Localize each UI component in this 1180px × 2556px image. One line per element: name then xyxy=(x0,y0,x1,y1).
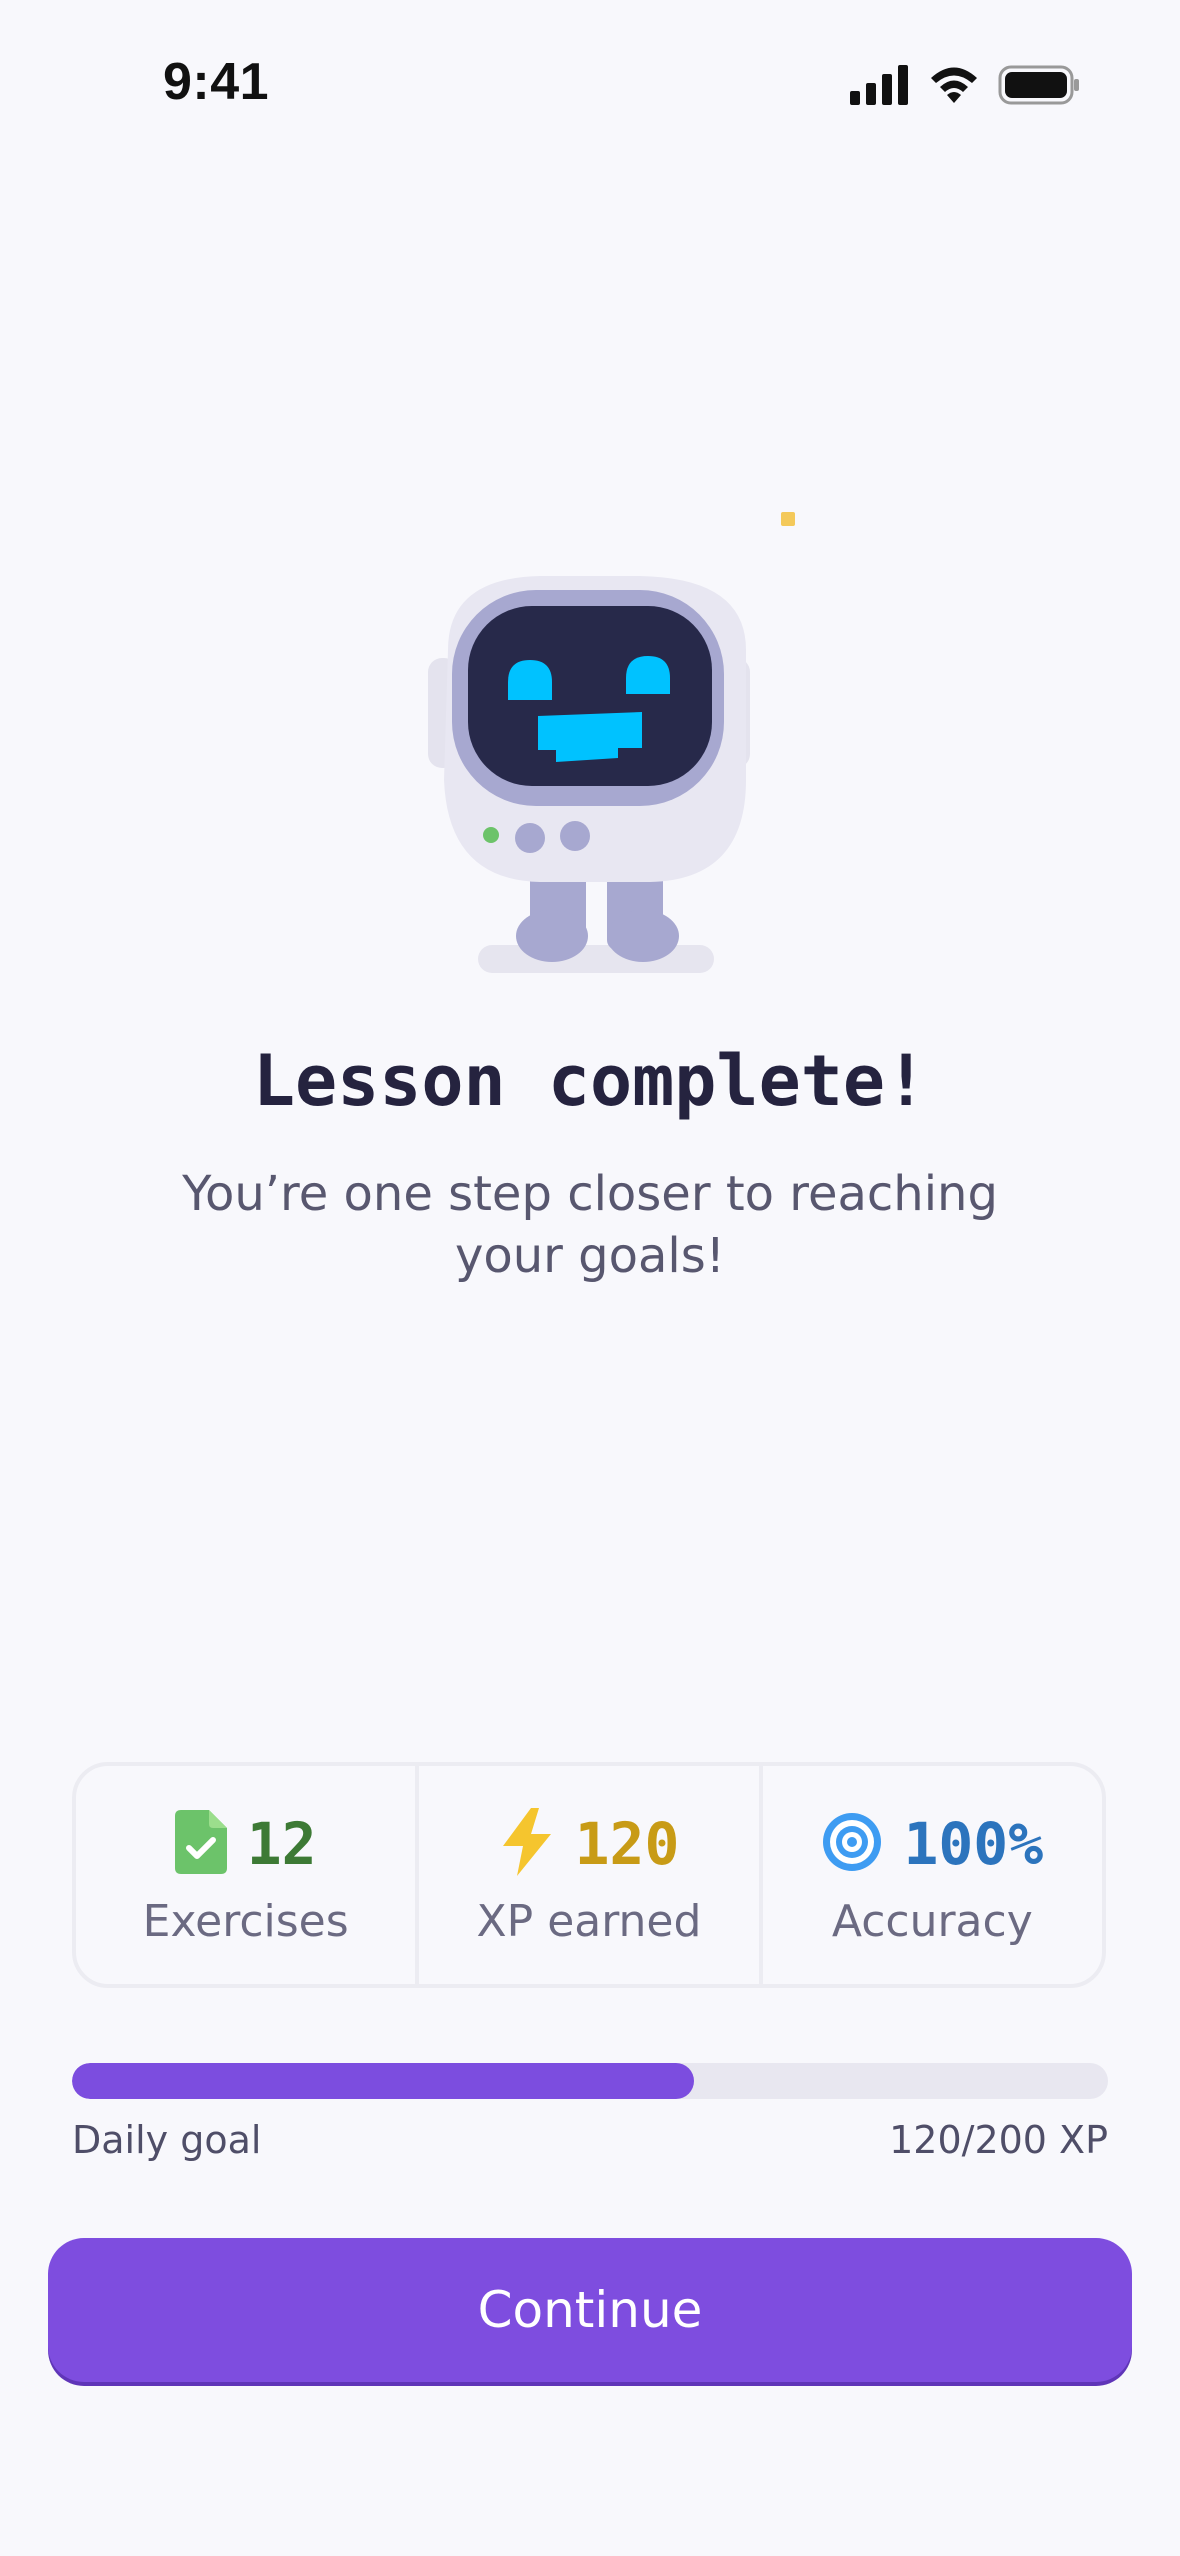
continue-button[interactable]: Continue xyxy=(48,2238,1132,2382)
stat-exercises-label: Exercises xyxy=(142,1895,349,1947)
lightning-bolt-icon xyxy=(499,1807,555,1880)
exercise-document-icon xyxy=(174,1809,227,1878)
stat-accuracy: 100% Accuracy xyxy=(758,1766,1102,1984)
stat-accuracy-value: 100% xyxy=(903,1809,1044,1878)
sparkle-decoration xyxy=(781,512,795,526)
daily-goal-progress-fill xyxy=(72,2063,694,2099)
stat-exercises-value: 12 xyxy=(246,1809,317,1878)
page-subtitle: You’re one step closer to reaching your … xyxy=(182,1166,998,1284)
status-icons xyxy=(850,62,1080,112)
stat-xp: 120 XP earned xyxy=(415,1766,758,1984)
status-time: 9:41 xyxy=(163,53,270,111)
daily-goal-value: 120/200 XP xyxy=(889,2118,1108,2162)
status-bar: 9:41 xyxy=(0,0,1180,170)
battery-icon xyxy=(998,65,1080,109)
daily-goal-progress-bar xyxy=(72,2063,1108,2099)
target-icon xyxy=(821,1811,883,1877)
hero-illustration xyxy=(0,480,1180,1000)
stats-card: 12 Exercises 120 XP earned 100% Accuracy xyxy=(72,1762,1106,1988)
daily-goal-label: Daily goal xyxy=(72,2118,262,2162)
robot-mascot-illustration xyxy=(428,576,750,973)
stat-xp-value: 120 xyxy=(574,1809,680,1878)
page-title: Lesson complete! xyxy=(252,1040,928,1122)
stat-exercises: 12 Exercises xyxy=(76,1766,415,1984)
stat-accuracy-label: Accuracy xyxy=(831,1895,1033,1947)
stat-xp-label: XP earned xyxy=(476,1895,702,1947)
wifi-icon xyxy=(928,65,980,109)
signal-icon xyxy=(850,65,910,109)
